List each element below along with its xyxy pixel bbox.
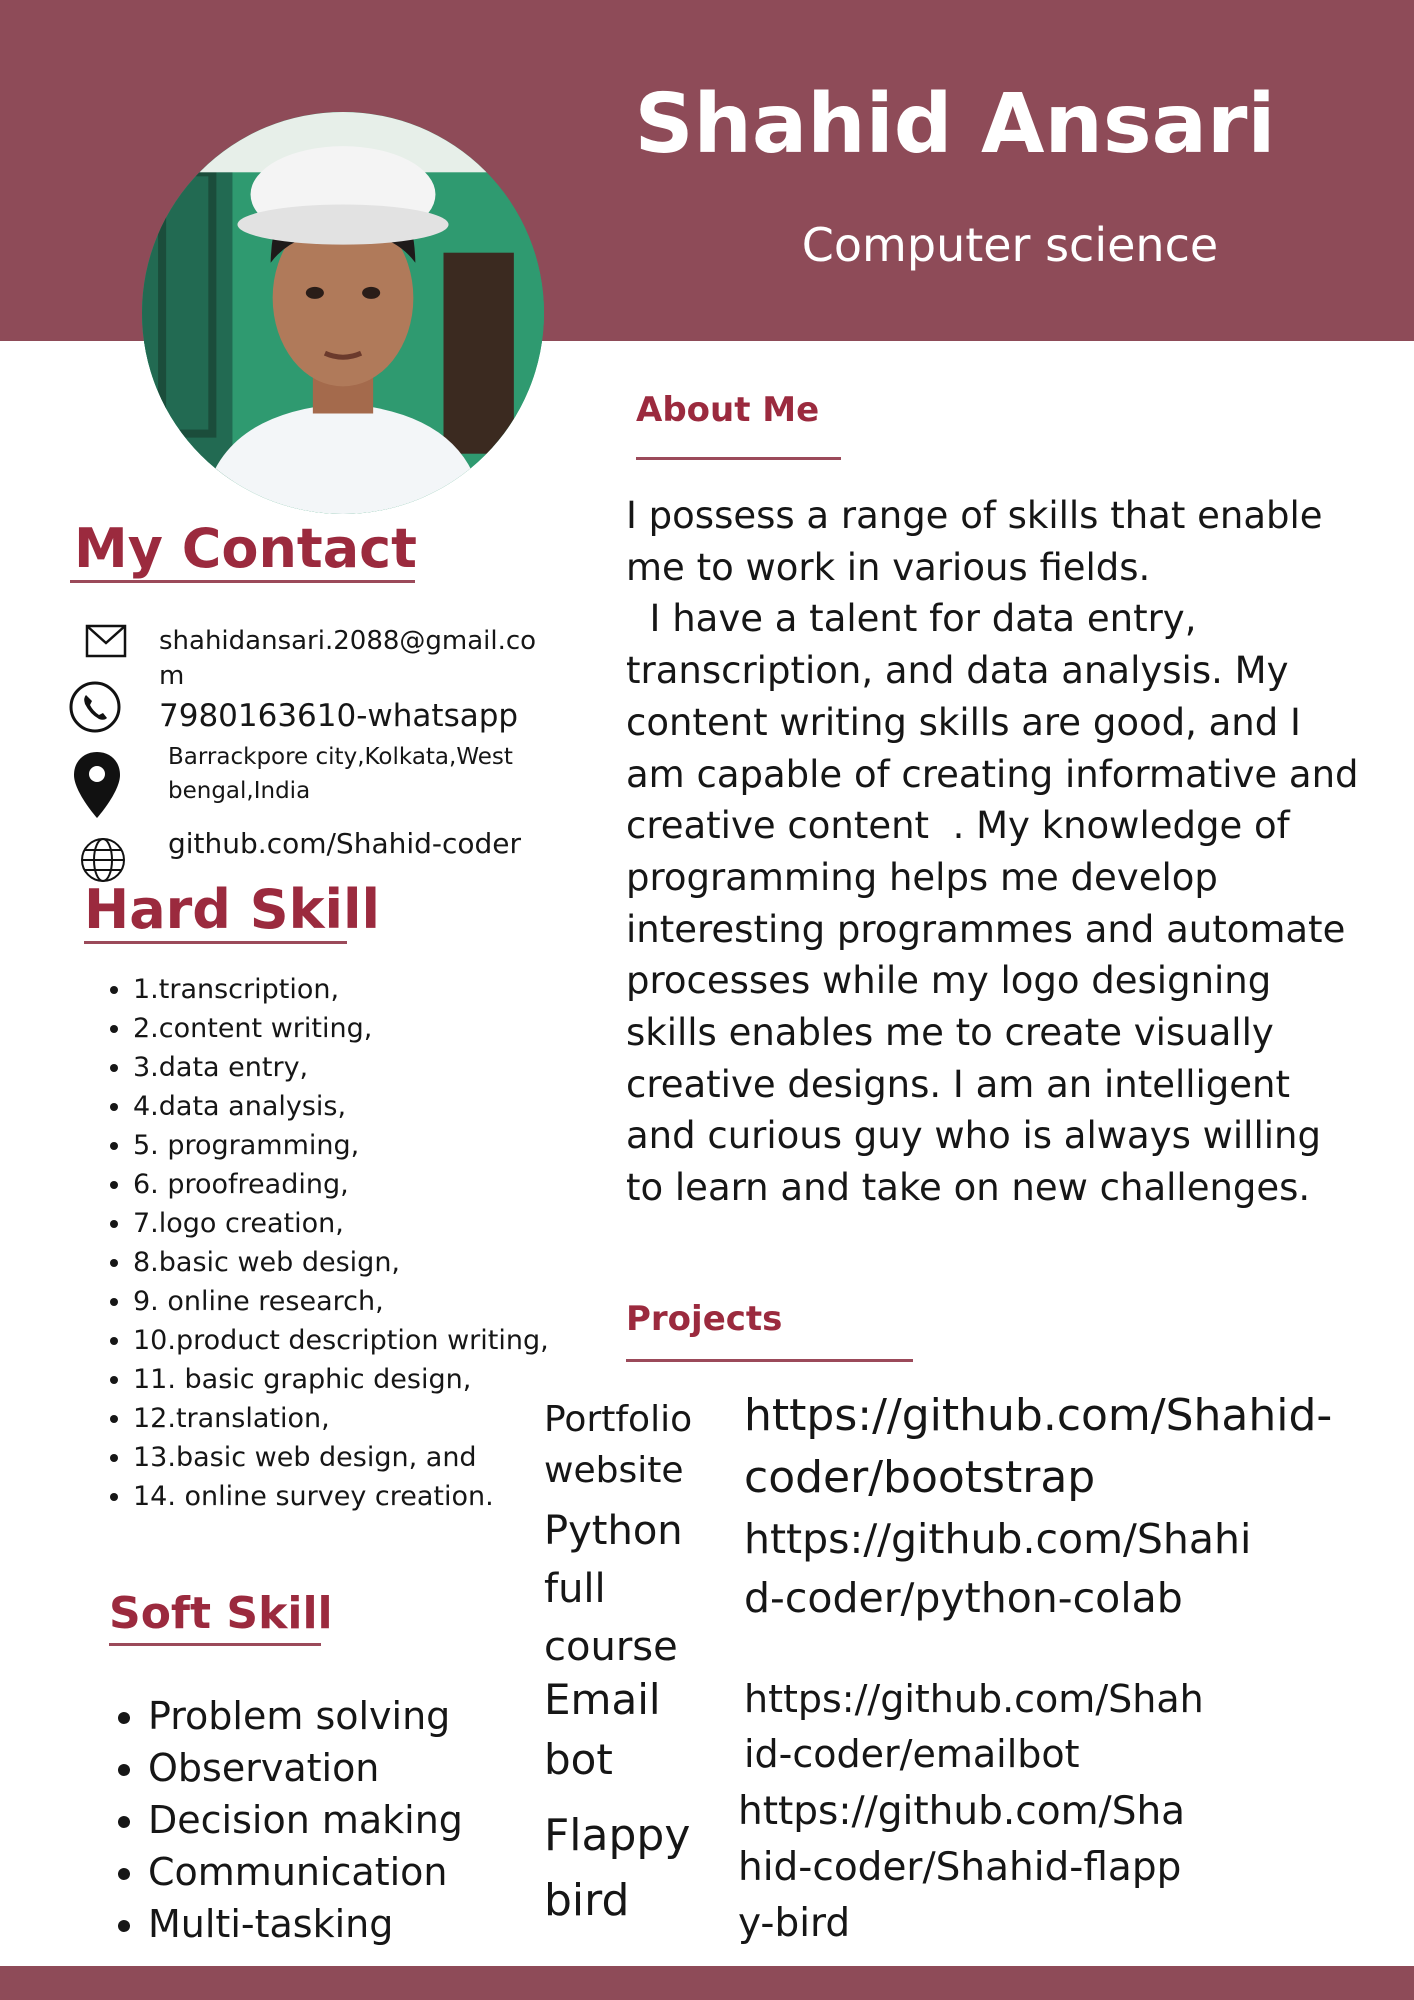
project-name: Portfolio website [544, 1399, 693, 1491]
project-name: Email bot [544, 1675, 661, 1784]
projects-heading: Projects [626, 1299, 783, 1339]
skill-item: 4.data analysis, [133, 1087, 573, 1126]
skill-item: 10.product description writing, [133, 1321, 573, 1360]
contact-heading-underline [70, 580, 415, 583]
soft-skill-list: Problem solvingObservationDecision makin… [101, 1690, 568, 1950]
projects-heading-underline [626, 1359, 913, 1362]
contact-phone[interactable]: 7980163610-whatsapp [159, 696, 518, 736]
skill-item: Multi-tasking [148, 1898, 568, 1950]
mail-icon [85, 624, 127, 658]
skill-item: 12.translation, [133, 1399, 573, 1438]
skill-item: 8.basic web design, [133, 1243, 573, 1282]
phone-icon [68, 680, 122, 734]
person-name: Shahid Ansari [634, 77, 1276, 172]
skill-item: Decision making [148, 1794, 568, 1846]
person-title: Computer science [801, 218, 1219, 272]
skill-item: 6. proofreading, [133, 1165, 573, 1204]
about-heading-underline [636, 457, 841, 460]
skill-item: 11. basic graphic design, [133, 1360, 573, 1399]
about-heading: About Me [636, 390, 820, 430]
project-link[interactable]: https://github.com/Shahid-coder/Shahid-f… [738, 1784, 1188, 1952]
skill-item: Observation [148, 1742, 568, 1794]
contact-address: Barrackpore city,Kolkata,West bengal,Ind… [168, 744, 513, 804]
hard-skill-list: 1.transcription,2.content writing,3.data… [86, 970, 573, 1516]
footer-band [0, 1966, 1414, 2000]
skill-item: 14. online survey creation. [133, 1477, 573, 1516]
hard-skill-heading: Hard Skill [84, 878, 381, 941]
hard-skill-heading-underline [84, 941, 347, 944]
contact-website[interactable]: github.com/Shahid-coder [168, 826, 521, 862]
project-name: Python full course [544, 1508, 683, 1670]
contact-heading: My Contact [74, 517, 417, 580]
skill-item: Problem solving [148, 1690, 568, 1742]
project-link[interactable]: https://github.com/Shahid-coder/bootstra… [744, 1385, 1354, 1509]
contact-email[interactable]: shahidansari.2088@gmail.com [159, 624, 539, 694]
project-name: Flappy bird [544, 1810, 691, 1926]
project-link[interactable]: https://github.com/Shahid-coder/python-c… [744, 1510, 1264, 1628]
skill-item: 2.content writing, [133, 1009, 573, 1048]
skill-item: 5. programming, [133, 1126, 573, 1165]
profile-photo [142, 112, 544, 514]
profile-photo-illustration [142, 112, 544, 514]
location-pin-icon [72, 750, 122, 820]
about-text: I possess a range of skills that enable … [626, 494, 1359, 1210]
skill-item: 1.transcription, [133, 970, 573, 1009]
globe-icon [79, 836, 127, 884]
skill-item: 13.basic web design, and [133, 1438, 573, 1477]
soft-skill-heading: Soft Skill [109, 1588, 333, 1639]
skill-item: 3.data entry, [133, 1048, 573, 1087]
skill-item: 7.logo creation, [133, 1204, 573, 1243]
soft-skill-heading-underline [109, 1643, 321, 1646]
skill-item: Communication [148, 1846, 568, 1898]
skill-item: 9. online research, [133, 1282, 573, 1321]
project-link[interactable]: https://github.com/Shahid-coder/emailbot [744, 1672, 1209, 1782]
